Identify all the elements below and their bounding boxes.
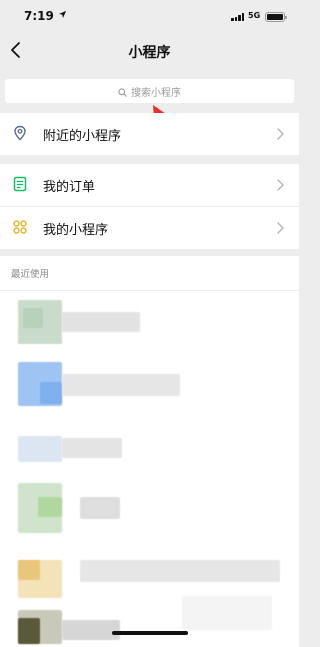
location-pin-icon xyxy=(14,125,26,141)
app-name-pixelated xyxy=(62,620,120,640)
app-icon-pixelated xyxy=(23,308,43,328)
app-name-pixelated xyxy=(182,596,272,630)
home-indicator[interactable] xyxy=(112,631,188,635)
chevron-right-icon xyxy=(277,222,284,234)
menu-label-my-mini-programs: 我的小程序 xyxy=(43,223,109,238)
search-placeholder: 搜索小程序 xyxy=(131,88,181,99)
mini-program-icon xyxy=(13,220,27,234)
order-list-icon xyxy=(13,176,27,192)
network-label: 5G xyxy=(248,11,261,20)
location-arrow-icon xyxy=(58,10,67,19)
menu-item-my-mini-programs[interactable]: 我的小程序 xyxy=(0,207,299,249)
app-icon-pixelated xyxy=(18,560,40,580)
nav-bar: 小程序 xyxy=(0,32,299,70)
app-name-pixelated xyxy=(62,374,180,396)
recent-heading: 最近使用 xyxy=(11,269,50,280)
chevron-right-icon xyxy=(277,128,284,140)
app-icon-pixelated xyxy=(18,436,62,462)
recent-divider xyxy=(0,290,299,291)
recent-section: 最近使用 xyxy=(0,256,299,647)
signal-icon xyxy=(231,13,245,21)
recent-app-item[interactable] xyxy=(0,596,299,644)
menu-item-nearby[interactable]: 附近的小程序 xyxy=(0,113,299,155)
recent-app-item[interactable] xyxy=(0,554,299,602)
app-icon-pixelated xyxy=(40,382,62,404)
recent-app-item[interactable] xyxy=(0,481,299,533)
recent-app-item[interactable] xyxy=(0,426,299,474)
page-title: 小程序 xyxy=(128,45,171,61)
recent-app-item[interactable] xyxy=(0,356,299,406)
app-icon-pixelated xyxy=(18,618,40,644)
recent-app-item[interactable] xyxy=(0,296,299,344)
app-name-pixelated xyxy=(80,560,280,582)
status-time: 7:19 xyxy=(24,9,54,23)
status-bar: 7:19 5G xyxy=(0,0,299,32)
search-icon xyxy=(118,88,127,97)
menu-label-nearby: 附近的小程序 xyxy=(43,129,122,144)
search-input[interactable]: 搜索小程序 xyxy=(5,79,294,103)
app-name-pixelated xyxy=(62,312,140,332)
battery-icon xyxy=(265,12,287,22)
menu-label-orders: 我的订单 xyxy=(43,180,96,195)
chevron-right-icon xyxy=(277,179,284,191)
menu-item-orders[interactable]: 我的订单 xyxy=(0,164,299,206)
app-icon-pixelated xyxy=(38,497,62,517)
app-name-pixelated xyxy=(62,438,122,458)
app-name-pixelated xyxy=(80,497,120,519)
